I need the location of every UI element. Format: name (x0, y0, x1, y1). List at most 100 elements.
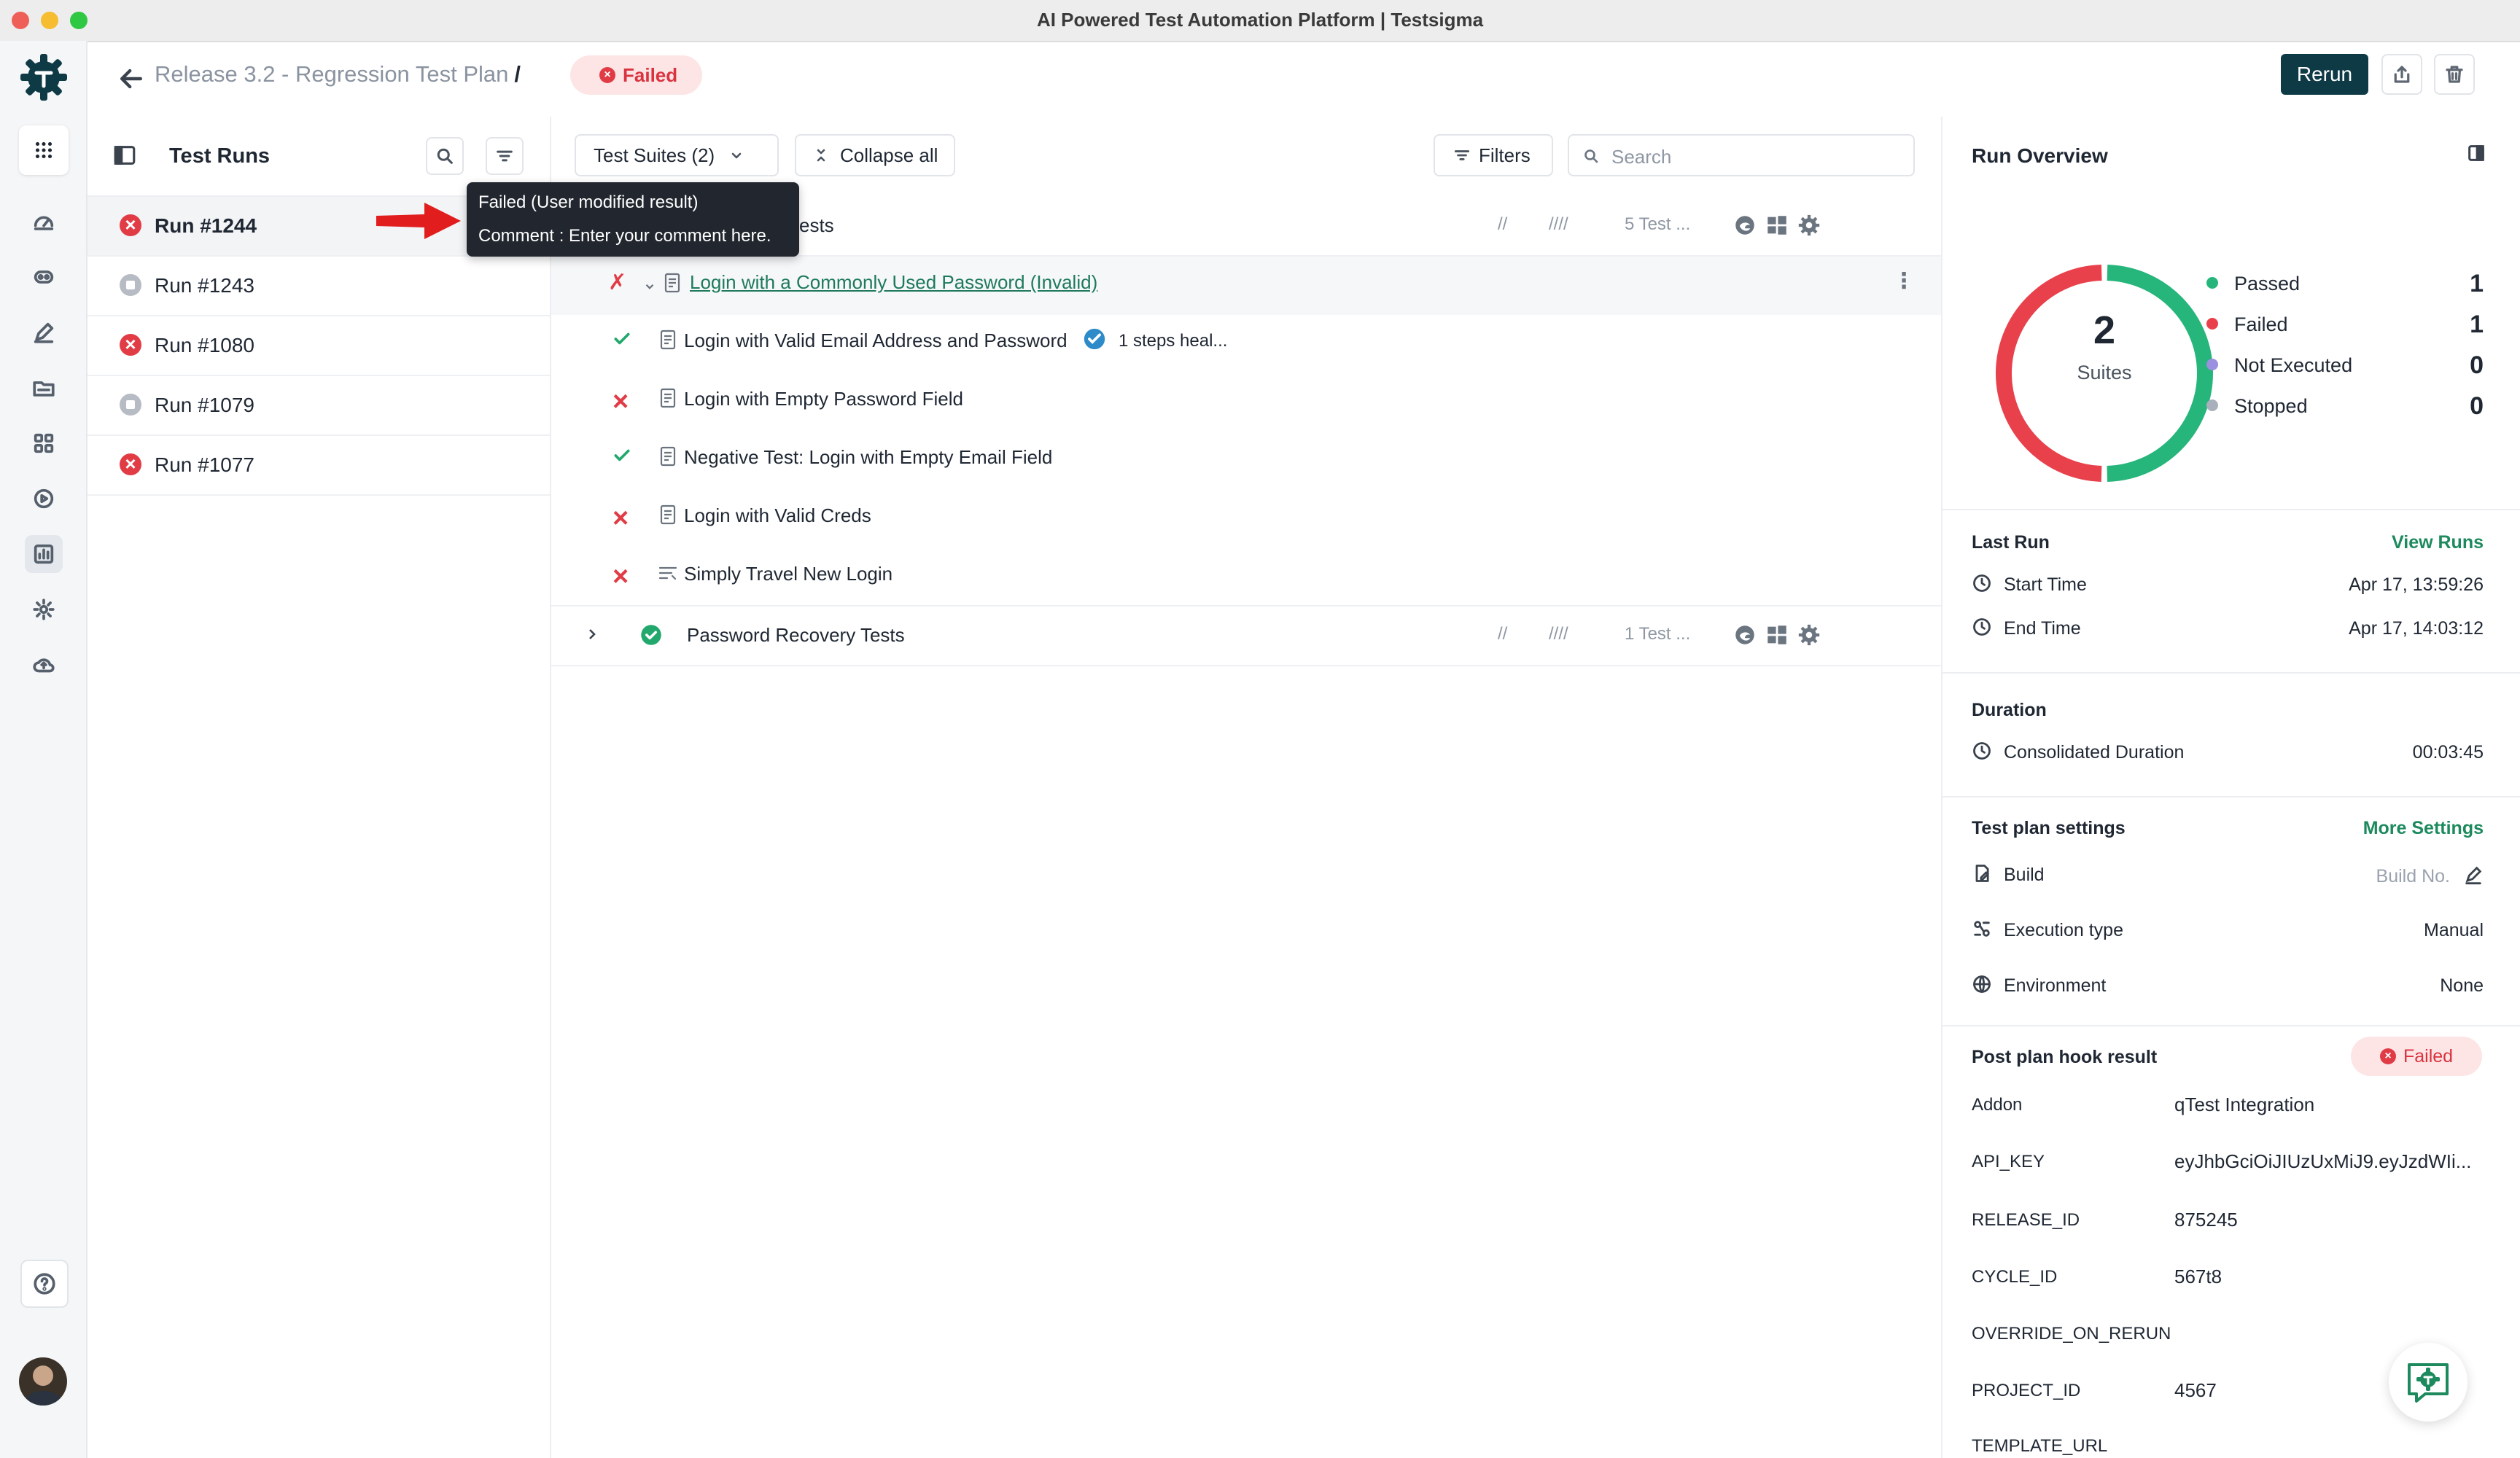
test-case-name[interactable]: Simply Travel New Login (684, 563, 892, 585)
legend-stopped: Stopped 0 (2206, 391, 2484, 420)
run-row[interactable]: Run #1243 (88, 257, 550, 316)
settings-gear-icon (1798, 624, 1820, 646)
test-case-doc-icon (660, 388, 676, 408)
hook-key: TEMPLATE_URL (1972, 1436, 2108, 1456)
test-case-name[interactable]: Login with Valid Email Address and Passw… (684, 330, 1068, 352)
legend-failed: Failed 1 (2206, 309, 2484, 338)
apps-grid-icon[interactable] (19, 125, 69, 175)
legend-value: 0 (2470, 392, 2484, 420)
stopped-status-icon (120, 394, 141, 416)
environment-label: Environment (2004, 975, 2107, 996)
execution-type-value: Manual (2424, 920, 2484, 940)
build-number-input[interactable]: Build No. (2376, 866, 2450, 887)
ai-agent-icon[interactable] (25, 258, 63, 296)
search-icon (1584, 149, 1598, 163)
run-play-icon[interactable] (25, 480, 63, 518)
panel-toggle-icon[interactable] (112, 143, 137, 168)
start-time-value: Apr 17, 13:59:26 (2349, 574, 2484, 595)
rerun-button[interactable]: Rerun (2281, 54, 2368, 95)
failed-x-icon: × (612, 503, 629, 534)
dashboard-gauge-icon[interactable] (25, 203, 63, 241)
section-divider (1942, 1025, 2520, 1026)
search-placeholder: Search (1611, 146, 1672, 168)
stopped-status-icon (120, 274, 141, 296)
test-case-name[interactable]: Login with Valid Creds (684, 504, 871, 527)
folder-icon[interactable] (25, 369, 63, 407)
delete-button[interactable] (2434, 54, 2475, 95)
step-group-icon (658, 566, 677, 580)
user-avatar[interactable] (19, 1357, 67, 1406)
test-case-name[interactable]: Login with Empty Password Field (684, 388, 963, 410)
breadcrumb[interactable]: Release 3.2 - Regression Test Plan / (155, 61, 521, 87)
clock-icon (1972, 741, 1992, 761)
left-nav-rail (0, 41, 88, 1458)
chevron-right-icon[interactable] (583, 625, 601, 643)
legend-dot (2206, 277, 2218, 289)
build-file-icon (1972, 863, 1992, 884)
build-label: Build (2004, 865, 2045, 885)
reports-chart-icon[interactable] (25, 535, 63, 573)
passed-status-icon (641, 625, 661, 645)
verified-badge-icon (1084, 328, 1105, 350)
hook-key: Addon (1972, 1095, 2023, 1115)
run-row[interactable]: Run #1080 (88, 316, 550, 376)
run-label: Run #1079 (155, 394, 255, 416)
test-suites-dropdown-label: Test Suites (2) (594, 144, 715, 166)
runs-filter-button[interactable] (486, 137, 524, 175)
steps-healed-note[interactable]: 1 steps heal... (1119, 331, 1227, 351)
hook-value: 875245 (2174, 1209, 2238, 1231)
breadcrumb-test-plan[interactable]: Release 3.2 - Regression Test Plan (155, 61, 508, 87)
more-settings-link[interactable]: More Settings (2363, 818, 2484, 839)
run-row[interactable]: Run #1077 (88, 436, 550, 496)
suite-stat-b: //// (1549, 624, 1568, 644)
suite-row[interactable]: Password Recovery Tests // //// 1 Test .… (551, 605, 1941, 666)
overview-panel-toggle[interactable] (2457, 134, 2495, 172)
chat-assistant-button[interactable] (2389, 1343, 2468, 1422)
hook-status-label: Failed (2403, 1045, 2454, 1067)
edit-pencil-icon[interactable] (25, 313, 63, 351)
windows-os-icon (1768, 625, 1786, 644)
status-badge: × Failed (570, 55, 703, 95)
environment-value: None (2440, 975, 2484, 996)
start-time-label: Start Time (2004, 574, 2087, 595)
donut-label: Suites (2077, 362, 2132, 383)
edge-browser-icon (1735, 625, 1754, 644)
hook-key: PROJECT_ID (1972, 1381, 2081, 1400)
run-label: Run #1080 (155, 334, 255, 356)
back-arrow-icon[interactable] (115, 63, 147, 95)
failed-status-icon (120, 333, 141, 356)
clock-icon (1972, 617, 1992, 637)
failed-modified-icon: ✗ (608, 270, 627, 295)
settings-gear-icon (1798, 214, 1820, 236)
collapse-all-label: Collapse all (840, 144, 938, 166)
more-options-icon[interactable]: ⋮ (1893, 268, 1915, 294)
filter-lines-icon (497, 150, 513, 162)
filters-button[interactable]: Filters (1434, 134, 1553, 176)
passed-check-icon (614, 449, 630, 461)
test-case-name[interactable]: Negative Test: Login with Empty Email Fi… (684, 446, 1052, 469)
settings-gear-icon[interactable] (25, 590, 63, 628)
runs-search-button[interactable] (426, 137, 464, 175)
run-row[interactable]: Run #1079 (88, 376, 550, 436)
status-badge-label: Failed (623, 63, 678, 86)
testsigma-logo-icon[interactable] (18, 51, 70, 104)
search-input[interactable]: Search (1568, 134, 1915, 176)
modules-grid-icon[interactable] (25, 424, 63, 462)
search-icon (437, 148, 453, 164)
legend-label: Passed (2234, 273, 2301, 295)
collapse-all-button[interactable]: Collapse all (795, 134, 955, 176)
tooltip-comment-line: Comment : Enter your comment here. (478, 226, 771, 246)
test-case-doc-icon (660, 330, 676, 350)
test-suites-dropdown[interactable]: Test Suites (2) (575, 134, 779, 176)
chevron-down-icon[interactable] (643, 280, 656, 293)
duration-title: Duration (1972, 700, 2047, 720)
edge-browser-icon (1735, 216, 1754, 235)
help-icon[interactable] (20, 1260, 69, 1308)
tooltip-status-line: Failed (User modified result) (478, 192, 699, 212)
cloud-upload-icon[interactable] (25, 646, 63, 684)
test-case-link[interactable]: Login with a Commonly Used Password (Inv… (690, 271, 1097, 294)
view-runs-link[interactable]: View Runs (2392, 532, 2484, 553)
edit-pencil-icon[interactable] (2463, 865, 2484, 885)
share-button[interactable] (2381, 54, 2422, 95)
test-plan-settings-title: Test plan settings (1972, 818, 2126, 838)
